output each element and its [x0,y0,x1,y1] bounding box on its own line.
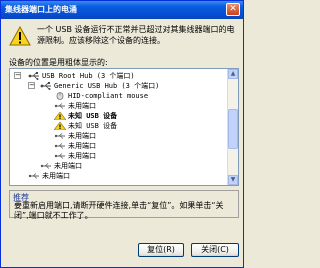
tree-node[interactable]: 未知 USB 设备 [54,111,117,121]
scroll-thumb[interactable] [228,109,238,149]
tree-node-label: 未用端口 [42,172,70,180]
tree-node[interactable]: 未用端口 [28,171,70,181]
tree-node[interactable]: 未用端口 [54,101,96,111]
tree-node-label: 未用端口 [68,152,96,160]
tree-node-label: Generic USB Hub (3 个端口) [54,82,160,90]
tree-node[interactable]: 未知 USB 设备 [54,121,117,131]
recommendation-text: 要重新启用端口,请断开硬件连接,单击“复位”。如果单击“关闭”,端口就不工作了。 [14,201,224,220]
device-location-label: 设备的位置是用粗体显示的: [9,58,108,67]
restore-button[interactable]: 复位(R) [138,243,184,257]
dialog-window: 集线器端口上的电涌 ✕ 一个 USB 设备运行不正常并已超过对其集线器端口的电源… [0,0,244,268]
tree-node-label: 未知 USB 设备 [68,122,118,130]
warning-device-icon [54,122,66,130]
scroll-up-button[interactable]: ▲ [228,69,238,79]
tree-collapse-toggle[interactable]: − [28,82,35,89]
close-window-button[interactable]: ✕ [226,3,240,16]
tree-node-label: 未用端口 [54,162,82,170]
tree-node[interactable]: USB Root Hub (3 个端口) [28,71,135,81]
tree-node[interactable]: 未用端口 [54,141,96,151]
warning-device-icon [54,112,66,120]
scroll-down-button[interactable]: ▼ [228,175,238,185]
tree-node[interactable]: 未用端口 [40,161,82,171]
tree-collapse-toggle[interactable]: − [14,72,21,79]
tree-node-label: 未知 USB 设备 [68,112,118,120]
tree-node-label: USB Root Hub (3 个端口) [42,72,135,80]
usb-hub-icon [40,82,51,90]
usb-hub-icon [28,72,39,80]
tree-node-label: HID-compliant mouse [68,92,149,100]
usb-port-icon [40,163,51,169]
device-tree[interactable]: USB Root Hub (3 个端口) Generic USB Hub (3 个… [9,68,239,186]
close-button[interactable]: 关闭(C) [191,243,239,257]
tree-vertical-scrollbar[interactable]: ▲ ▼ [227,69,238,185]
mouse-icon [56,92,64,100]
warning-message: 一个 USB 设备运行不正常并已超过对其集线器端口的电源限制。应该移除这个设备的… [37,25,235,45]
window-title: 集线器端口上的电涌 [5,5,77,14]
warning-triangle-icon [9,26,31,46]
usb-port-icon [54,103,65,109]
tree-node-label: 未用端口 [68,132,96,140]
title-bar[interactable]: 集线器端口上的电涌 ✕ [1,1,243,19]
tree-node[interactable]: Generic USB Hub (3 个端口) [40,81,159,91]
device-tree-content: USB Root Hub (3 个端口) Generic USB Hub (3 个… [10,69,229,185]
tree-node[interactable]: 未用端口 [54,131,96,141]
tree-node-label: 未用端口 [68,142,96,150]
recommendation-box: 推荐 要重新启用端口,请断开硬件连接,单击“复位”。如果单击“关闭”,端口就不工… [9,190,239,220]
usb-port-icon [28,173,39,179]
tree-node-label: 未用端口 [68,102,96,110]
usb-port-icon [54,153,65,159]
usb-port-icon [54,133,65,139]
tree-node[interactable]: 未用端口 [54,151,96,161]
usb-port-icon [54,143,65,149]
tree-node[interactable]: HID-compliant mouse [54,91,148,101]
